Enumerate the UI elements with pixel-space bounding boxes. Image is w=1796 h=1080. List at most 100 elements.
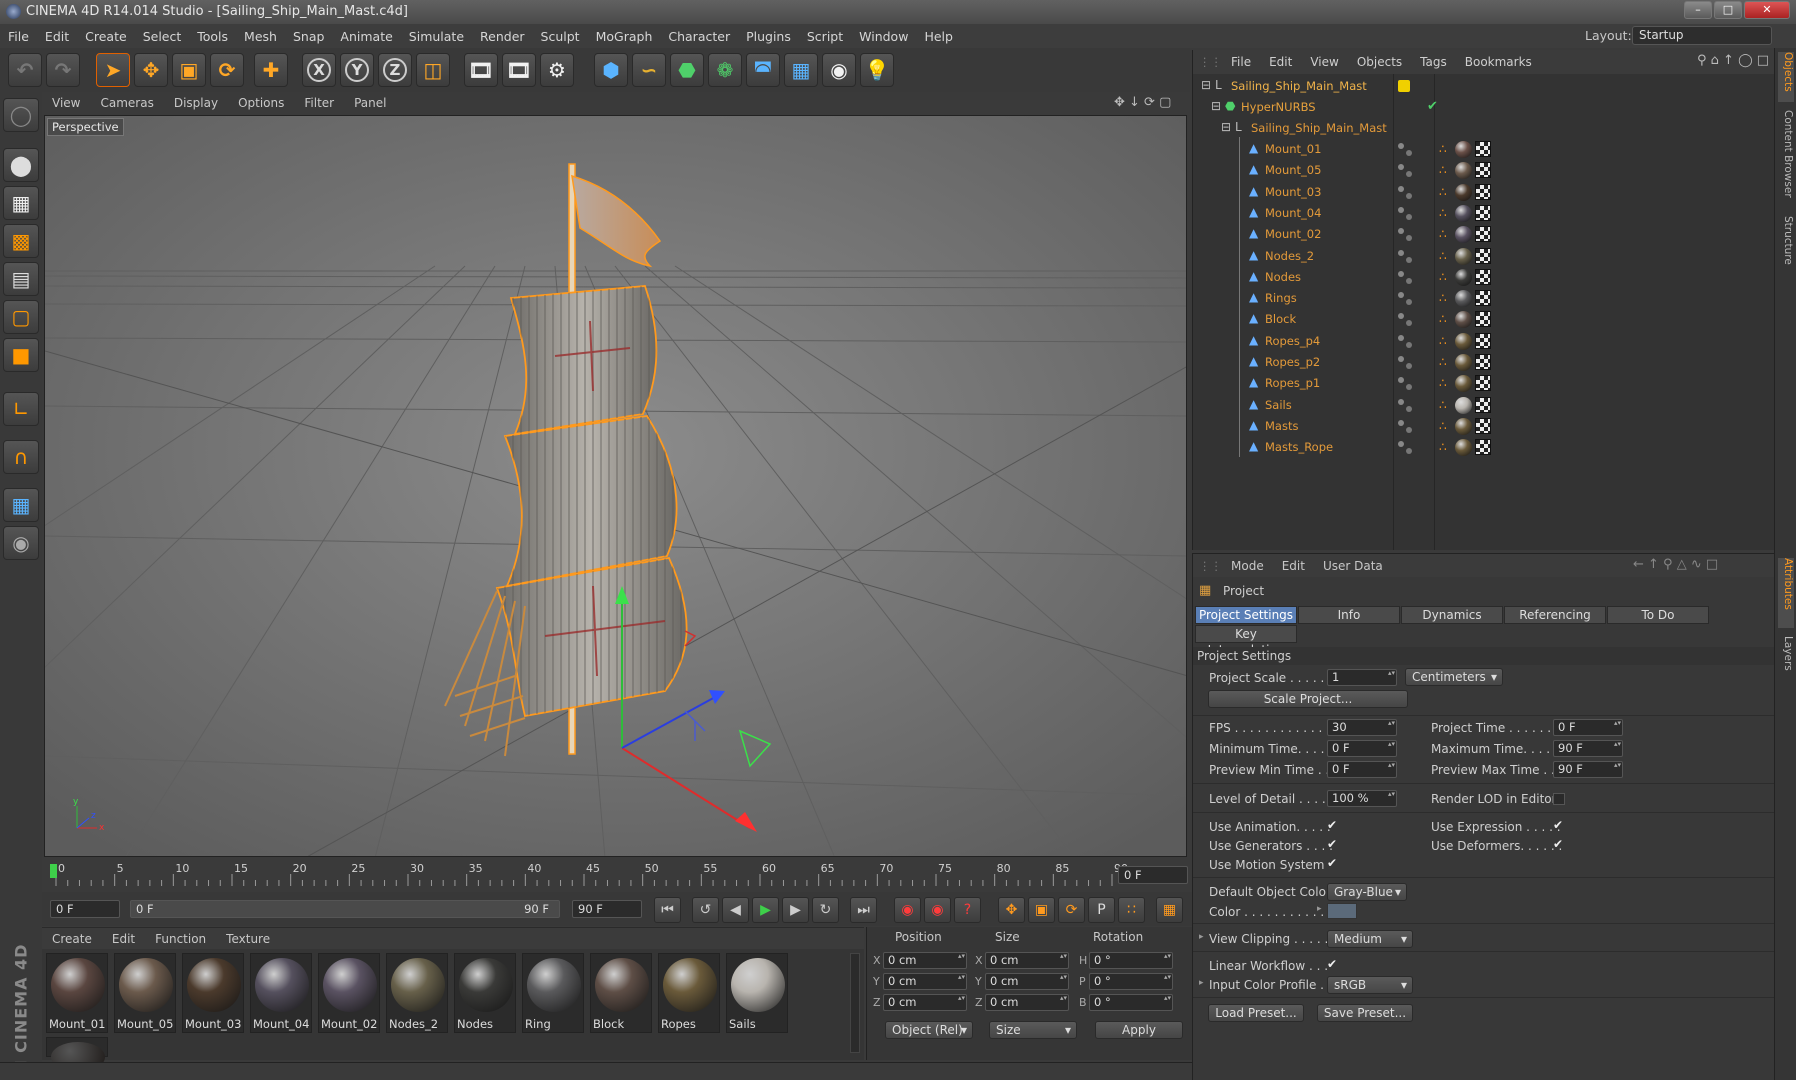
menu-edit[interactable]: Edit	[45, 29, 69, 44]
menu-plugins[interactable]: Plugins	[746, 29, 791, 44]
side-tab-attributes[interactable]: Attributes	[1778, 558, 1794, 628]
object-row[interactable]: ▲ Ropes_p4 ∴	[1193, 328, 1775, 352]
menu-render[interactable]: Render	[480, 29, 525, 44]
record-keys-icon[interactable]: ◉	[894, 897, 921, 923]
menu-simulate[interactable]: Simulate	[409, 29, 464, 44]
layout-select[interactable]: Startup	[1632, 26, 1772, 45]
material-thumbnail[interactable]: Mount_04	[250, 953, 312, 1033]
material-tag-icon[interactable]	[1455, 141, 1472, 158]
object-name[interactable]: Mount_04	[1265, 206, 1321, 220]
material-tag-icon[interactable]	[1455, 396, 1472, 414]
object-row[interactable]: ▲ Nodes_2 ∴	[1193, 243, 1775, 267]
object-row[interactable]: ▲ Sails ∴	[1193, 392, 1775, 416]
object-row[interactable]: ▲ Ropes_p1 ∴	[1193, 371, 1775, 394]
material-thumbnail[interactable]: Mount_02	[318, 953, 380, 1033]
next-key-icon[interactable]: ↻	[812, 897, 839, 923]
color-expand-icon[interactable]: ▸	[1317, 904, 1322, 914]
uvw-tag-icon[interactable]	[1475, 141, 1491, 157]
play-icon[interactable]: ▶	[752, 897, 779, 923]
make-editable-icon[interactable]: ◯	[3, 98, 39, 132]
edges-mode-icon[interactable]: ▢	[3, 300, 39, 334]
material-tag-icon[interactable]	[1455, 354, 1472, 371]
size-mode-select[interactable]: Size	[989, 1021, 1077, 1039]
position-field[interactable]: 0 cm	[883, 952, 967, 969]
object-row[interactable]: ▲ Nodes ∴	[1193, 264, 1775, 288]
visibility-dots[interactable]	[1398, 419, 1418, 434]
light-icon[interactable]: 💡	[860, 53, 894, 87]
viewport-menu-view[interactable]: View	[52, 96, 80, 110]
material-menu-texture[interactable]: Texture	[226, 932, 270, 946]
previous-key-icon[interactable]: ↺	[692, 897, 719, 923]
rotation-field[interactable]: 0 °	[1089, 952, 1173, 969]
key-pla-icon[interactable]: ∷	[1118, 897, 1145, 923]
fps-field[interactable]: 30	[1327, 719, 1397, 736]
y-axis-lock-icon[interactable]: Y	[340, 53, 374, 87]
object-row[interactable]: ▲ Mount_03 ∴	[1193, 179, 1775, 203]
side-tab-structure[interactable]: Structure	[1778, 216, 1794, 276]
size-field[interactable]: 0 cm	[985, 952, 1069, 969]
material-thumbnail[interactable]: Mount_03	[182, 953, 244, 1033]
points-mode-icon[interactable]: ▤	[3, 262, 39, 296]
menu-script[interactable]: Script	[807, 29, 843, 44]
material-menu-create[interactable]: Create	[52, 932, 92, 946]
linear-workflow-checkbox[interactable]: ✔	[1327, 958, 1339, 970]
key-scale-icon[interactable]: ▣	[1028, 897, 1055, 923]
phong-tag-icon[interactable]: ∴	[1439, 185, 1447, 199]
tab-info[interactable]: Info	[1298, 606, 1400, 624]
menu-character[interactable]: Character	[668, 29, 730, 44]
render-lod-checkbox[interactable]	[1553, 793, 1565, 805]
coordinate-system-icon[interactable]: ◫	[416, 53, 450, 87]
move-icon[interactable]: ✥	[134, 53, 168, 87]
end-frame-field[interactable]: 90 F	[572, 900, 642, 918]
key-rotation-icon[interactable]: ⟳	[1058, 897, 1085, 923]
object-name[interactable]: Sails	[1265, 398, 1292, 412]
phong-tag-icon[interactable]: ∴	[1439, 206, 1447, 220]
create-tool-icon[interactable]: ✚	[254, 53, 288, 87]
object-menu-bookmarks[interactable]: Bookmarks	[1465, 55, 1532, 69]
object-menu-view[interactable]: View	[1310, 55, 1338, 69]
min-time-field[interactable]: 0 F	[1327, 740, 1397, 757]
project-scale-field[interactable]: 1	[1327, 669, 1397, 686]
render-view-icon[interactable]: 🎞	[464, 53, 498, 87]
default-color-select[interactable]: Gray-Blue	[1327, 883, 1407, 901]
viewport-menu-filter[interactable]: Filter	[304, 96, 334, 110]
expand-toggle-icon[interactable]: ⊟	[1221, 121, 1234, 134]
menu-sculpt[interactable]: Sculpt	[541, 29, 580, 44]
visibility-dots[interactable]	[1398, 356, 1418, 370]
material-tag-icon[interactable]	[1455, 183, 1472, 201]
go-to-start-icon[interactable]: ⏮	[654, 897, 681, 923]
menu-animate[interactable]: Animate	[340, 29, 392, 44]
enabled-check-icon[interactable]: ✔	[1427, 99, 1438, 114]
project-time-field[interactable]: 0 F	[1553, 719, 1623, 736]
material-tag-icon[interactable]	[1455, 226, 1472, 244]
object-row[interactable]: ▲ Ropes_p2 ∴	[1193, 350, 1775, 373]
visibility-dots[interactable]	[1398, 292, 1418, 306]
object-name[interactable]: Nodes_2	[1265, 249, 1314, 263]
uvw-tag-icon[interactable]	[1475, 183, 1491, 200]
uvw-tag-icon[interactable]	[1475, 311, 1491, 328]
object-row[interactable]: ▲ Block ∴	[1193, 307, 1775, 330]
current-frame-field[interactable]: 0 F	[1118, 866, 1188, 884]
material-menu-edit[interactable]: Edit	[112, 932, 135, 946]
render-picture-viewer-icon[interactable]: 🎞	[502, 53, 536, 87]
position-field[interactable]: 0 cm	[883, 973, 967, 990]
object-name[interactable]: Masts_Rope	[1265, 440, 1333, 454]
object-name[interactable]: Nodes	[1265, 270, 1301, 284]
load-preset-button[interactable]: Load Preset...	[1208, 1004, 1304, 1022]
visibility-dots[interactable]	[1398, 441, 1418, 455]
side-tab-content-browser[interactable]: Content Browser	[1778, 110, 1794, 210]
menu-snap[interactable]: Snap	[293, 29, 324, 44]
phong-tag-icon[interactable]: ∴	[1439, 398, 1447, 412]
deformer-icon[interactable]: ◚	[746, 53, 780, 87]
view-clipping-select[interactable]: Medium	[1327, 930, 1413, 948]
visibility-dots[interactable]	[1398, 377, 1418, 391]
uvw-tag-icon[interactable]	[1475, 290, 1491, 307]
phong-tag-icon[interactable]: ∴	[1439, 249, 1447, 263]
menu-help[interactable]: Help	[924, 29, 953, 44]
viewport-nav-icons[interactable]: ✥ ↓ ⟳ ▢	[1114, 95, 1171, 110]
maximize-button[interactable]: □	[1714, 1, 1742, 19]
object-list[interactable]: ⊟ L Sailing_Ship_Main_Mast ⊟ ⬣ HyperNURB…	[1192, 74, 1774, 550]
tab-dynamics[interactable]: Dynamics	[1401, 606, 1503, 624]
material-thumbnail[interactable]: Sails	[726, 953, 788, 1033]
attributes-menu-mode[interactable]: Mode	[1231, 559, 1264, 573]
